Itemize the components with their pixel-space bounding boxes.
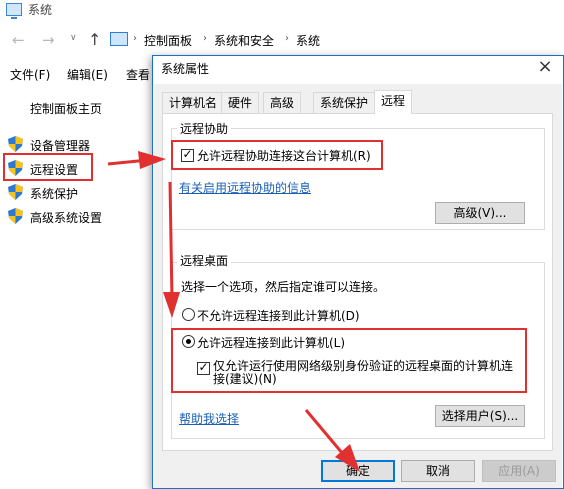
remote-settings-highlight-box xyxy=(3,153,93,181)
sidebar-item-device-manager[interactable]: 设备管理器 xyxy=(30,137,90,154)
breadcrumb-system[interactable]: 系统 xyxy=(296,32,320,49)
menu-file[interactable]: 文件(F) xyxy=(10,66,50,83)
sidebar-control-panel-home[interactable]: 控制面板主页 xyxy=(30,100,102,117)
breadcrumb-separator-icon: › xyxy=(285,33,289,44)
shield-icon xyxy=(8,184,23,200)
help-me-choose-link[interactable]: 帮助我选择 xyxy=(179,410,239,427)
breadcrumb-separator-icon: › xyxy=(203,33,207,44)
sidebar-item-advanced-settings[interactable]: 高级系统设置 xyxy=(30,209,102,226)
tab-hardware[interactable]: 硬件 xyxy=(221,92,260,113)
shield-icon xyxy=(8,208,23,224)
tab-remote[interactable]: 远程 xyxy=(374,90,413,114)
menu-edit[interactable]: 编辑(E) xyxy=(67,66,108,83)
apply-button: 应用(A) xyxy=(482,460,556,482)
remote-assistance-group-title: 远程协助 xyxy=(177,120,232,137)
tab-system-protection[interactable]: 系统保护 xyxy=(313,92,376,113)
breadcrumb-system-security[interactable]: 系统和安全 xyxy=(214,32,274,49)
tab-computer-name[interactable]: 计算机名 xyxy=(162,92,225,113)
deny-remote-radio[interactable] xyxy=(182,308,195,321)
dialog-title: 系统属性 xyxy=(161,62,210,76)
window-titlebar xyxy=(0,0,564,22)
tab-advanced[interactable]: 高级 xyxy=(263,92,302,113)
deny-remote-label[interactable]: 不允许远程连接到此计算机(D) xyxy=(197,307,360,324)
remote-desktop-highlight-box xyxy=(171,328,527,393)
control-panel-icon xyxy=(110,32,128,46)
select-users-button[interactable]: 选择用户(S)... xyxy=(435,405,525,427)
shield-icon xyxy=(8,136,23,152)
recent-dropdown-icon[interactable]: ∨ xyxy=(70,33,77,43)
back-arrow-icon[interactable]: ← xyxy=(12,31,25,49)
remote-assistance-info-link[interactable]: 有关启用远程协助的信息 xyxy=(179,179,311,196)
advanced-button[interactable]: 高级(V)... xyxy=(435,202,525,224)
remote-desktop-group-title: 远程桌面 xyxy=(177,252,232,269)
window-title: 系统 xyxy=(28,3,53,17)
up-arrow-icon[interactable]: ↑ xyxy=(88,30,101,49)
cancel-button[interactable]: 取消 xyxy=(401,460,475,482)
ok-button[interactable]: 确定 xyxy=(321,460,395,482)
system-properties-dialog: 系统属性 × 计算机名 硬件 高级 系统保护 远程 远程协助 ✓ 允许远程协助连… xyxy=(152,55,564,489)
remote-assistance-highlight-box xyxy=(171,140,383,170)
sidebar-item-system-protection[interactable]: 系统保护 xyxy=(30,185,78,202)
system-window-icon xyxy=(6,3,22,19)
breadcrumb-control-panel[interactable]: 控制面板 xyxy=(144,32,192,49)
close-icon[interactable]: × xyxy=(535,56,555,77)
remote-desktop-instruction: 选择一个选项，然后指定谁可以连接。 xyxy=(181,280,386,294)
forward-arrow-icon[interactable]: → xyxy=(42,31,55,49)
menu-view[interactable]: 查看 xyxy=(126,66,150,83)
breadcrumb-separator-icon: › xyxy=(133,33,137,44)
